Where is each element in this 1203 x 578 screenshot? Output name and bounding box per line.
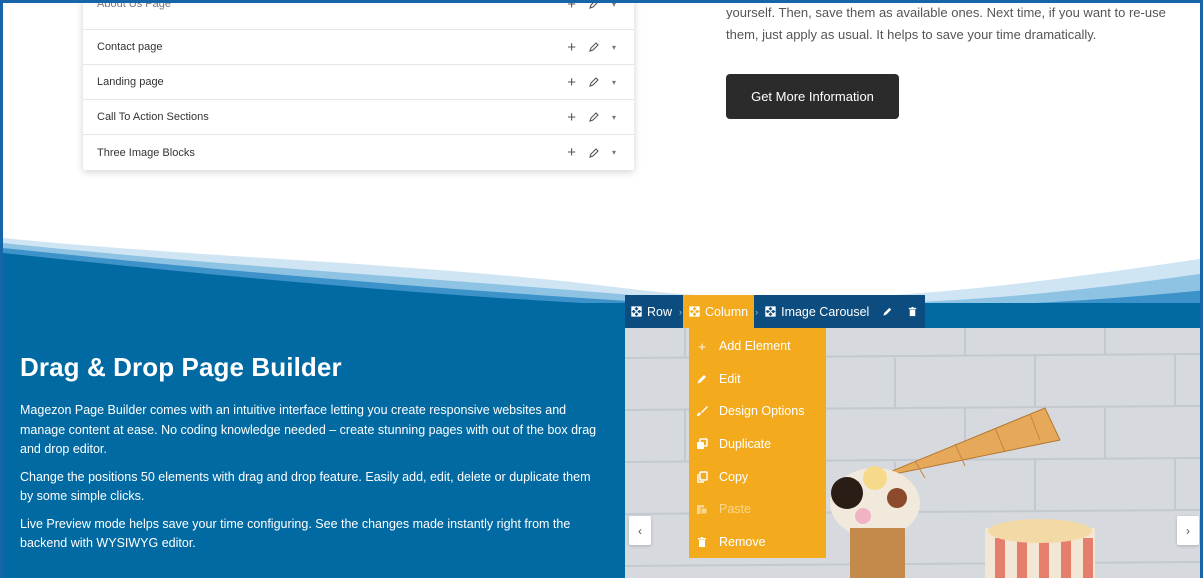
template-row[interactable]: About Us Page + ▾ [83,0,634,30]
plus-icon[interactable]: + [567,3,576,12]
pencil-icon[interactable] [588,111,600,123]
chevron-left-icon: ‹ [638,523,642,538]
menu-item-label: Edit [719,371,741,386]
move-icon [631,306,642,317]
caret-down-icon[interactable]: ▾ [612,43,616,52]
plus-icon: + [698,338,706,354]
trash-icon [698,536,706,547]
pencil-icon [883,307,892,316]
plus-icon[interactable]: + [567,75,576,90]
template-label: Contact page [97,41,163,53]
template-row[interactable]: Call To Action Sections + ▾ [83,100,634,135]
template-row[interactable]: Landing page + ▾ [83,65,634,100]
menu-item-label: Paste [719,502,751,517]
hero-title: Drag & Drop Page Builder [20,352,342,382]
template-label: Three Image Blocks [97,146,195,159]
caret-down-icon[interactable]: ▾ [612,3,616,9]
toolbar-column-label: Column [705,304,749,319]
template-row[interactable]: Three Image Blocks + ▾ [83,135,634,170]
template-list: About Us Page + ▾ Contact page + ▾ Landi… [83,0,634,170]
menu-item-design-options[interactable]: Design Options [689,395,826,428]
plus-icon[interactable]: + [567,40,576,55]
hero-paragraph: Live Preview mode helps save your time c… [20,516,571,551]
element-toolbar: Row › Column › Image Carousel [625,295,926,328]
hero-paragraph: Change the positions 50 elements with dr… [20,469,591,504]
trash-icon [909,306,917,317]
menu-item-add-element[interactable]: + Add Element [689,330,826,363]
carousel-prev-button[interactable]: ‹ [629,516,651,545]
pencil-icon [697,374,706,384]
menu-item-edit[interactable]: Edit [689,363,826,396]
template-label: Landing page [97,76,164,88]
pencil-icon[interactable] [588,76,600,88]
template-label: About Us Page [97,0,171,10]
caret-down-icon[interactable]: ▾ [612,148,616,157]
menu-item-label: Design Options [719,404,805,419]
description-text: yourself. Then, save them as available o… [726,5,1196,57]
caret-down-icon[interactable]: ▾ [612,78,616,87]
move-icon [765,306,776,317]
pencil-icon[interactable] [588,41,600,53]
description-line: yourself. Then, save them as available o… [726,5,1166,19]
plus-icon[interactable]: + [567,145,576,160]
hero-copy: Drag & Drop Page Builder Magezon Page Bu… [20,352,600,562]
template-label: Call To Action Sections [97,111,209,123]
toolbar-row[interactable]: Row [625,295,678,328]
menu-item-label: Remove [719,534,766,549]
chevron-right-icon: › [1186,523,1190,538]
description-line: them, just apply as usual. It helps to s… [726,27,1097,42]
toolbar-column[interactable]: Column [683,295,755,328]
toolbar-image-carousel[interactable]: Image Carousel [759,295,875,328]
caret-down-icon[interactable]: ▾ [612,113,616,122]
toolbar-row-label: Row [647,304,673,319]
get-more-information-button[interactable]: Get More Information [726,74,899,119]
menu-item-copy[interactable]: Copy [689,460,826,493]
menu-item-label: Duplicate [719,437,772,452]
menu-item-label: Copy [719,469,749,484]
duplicate-icon [697,438,708,450]
brush-icon [697,406,708,417]
column-dropdown-menu: + Add Element Edit Design Options Duplic… [689,328,826,558]
paste-icon [697,505,708,515]
template-row[interactable]: Contact page + ▾ [83,30,634,65]
pencil-icon[interactable] [588,147,600,159]
page-frame: About Us Page + ▾ Contact page + ▾ Landi… [0,0,1203,578]
menu-item-label: Add Element [719,339,791,354]
menu-item-remove[interactable]: Remove [689,526,826,559]
move-icon [689,306,700,317]
delete-element-button[interactable] [900,295,925,328]
plus-icon[interactable]: + [567,110,576,125]
menu-item-duplicate[interactable]: Duplicate [689,428,826,461]
pencil-icon[interactable] [588,0,600,10]
carousel-next-button[interactable]: › [1177,516,1199,545]
edit-element-button[interactable] [875,295,900,328]
toolbar-element-label: Image Carousel [781,304,870,319]
copy-icon [697,470,708,483]
hero-paragraph: Magezon Page Builder comes with an intui… [20,403,597,456]
menu-item-paste[interactable]: Paste [689,493,826,526]
